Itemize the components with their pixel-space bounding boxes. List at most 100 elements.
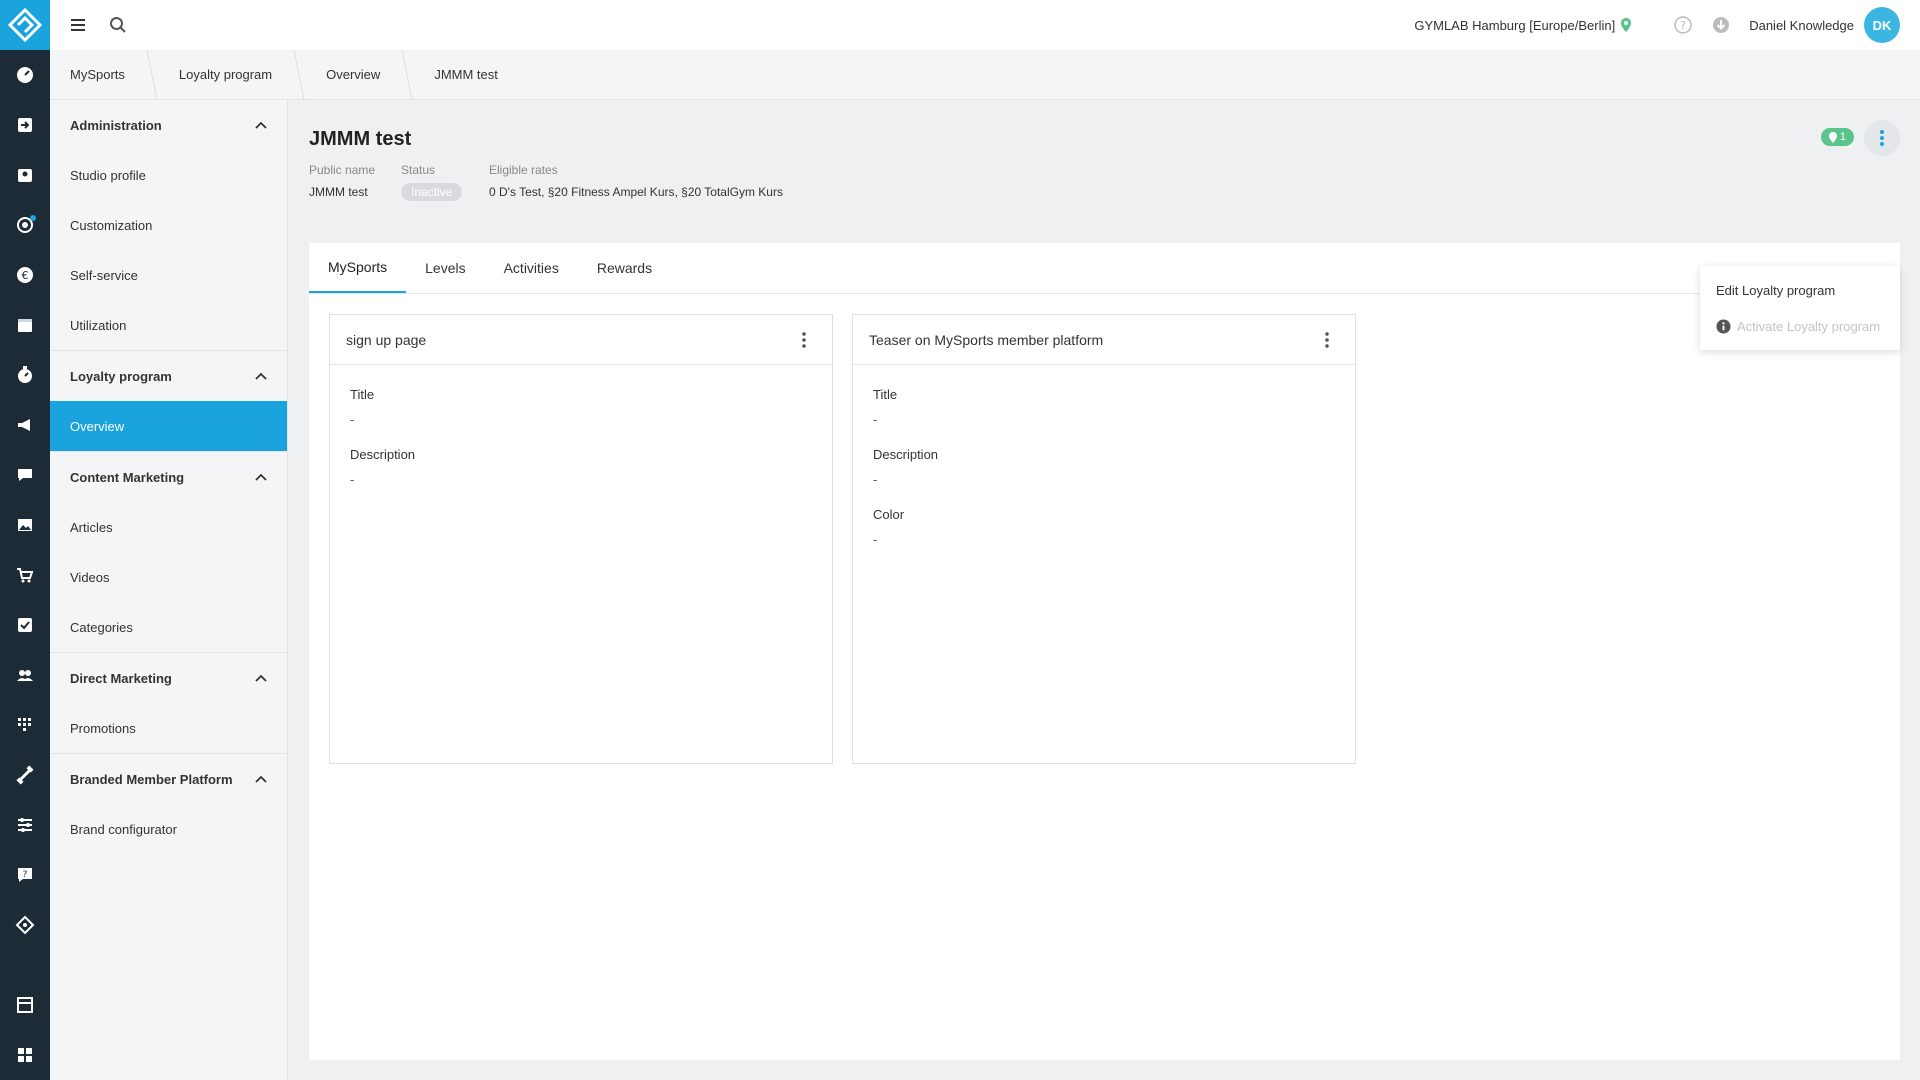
help-chat-icon[interactable]: ? (0, 850, 50, 900)
field-label-description: Description (350, 447, 416, 462)
search-button[interactable] (98, 0, 138, 50)
sidebar-item-studio-profile[interactable]: Studio profile (50, 150, 287, 200)
card-header: Teaser on MySports member platform (853, 315, 1355, 365)
sidebar-item-customization[interactable]: Customization (50, 200, 287, 250)
breadcrumb-item-current: JMMM test (434, 67, 498, 82)
user-name[interactable]: Daniel Knowledge (1749, 18, 1854, 33)
members-icon[interactable] (0, 650, 50, 700)
tab-rewards[interactable]: Rewards (578, 243, 671, 293)
breadcrumb-item-loyalty[interactable]: Loyalty program (159, 50, 292, 100)
tasks-icon[interactable] (0, 600, 50, 650)
card-menu-button[interactable] (792, 328, 816, 352)
card-body: Title - Description - (330, 365, 832, 529)
page-title: JMMM test (309, 128, 412, 150)
sliders-icon[interactable] (0, 800, 50, 850)
image-icon[interactable] (0, 500, 50, 550)
store-icon[interactable] (0, 980, 50, 1030)
section-label: Administration (70, 117, 162, 133)
chevron-up-icon (255, 121, 267, 129)
section-label: Branded Member Platform (70, 771, 233, 787)
top-bar: GYMLAB Hamburg [Europe/Berlin] ? Daniel … (50, 0, 1920, 50)
svg-text:?: ? (23, 870, 28, 880)
location-count: 1 (1839, 131, 1846, 143)
chat-icon[interactable] (0, 450, 50, 500)
sidebar-section-branded-member-platform[interactable]: Branded Member Platform (50, 754, 287, 804)
tab-mysports[interactable]: MySports (309, 243, 407, 293)
logo-icon (8, 8, 42, 42)
location-pin-icon (1621, 18, 1632, 32)
dashboard-icon[interactable] (0, 50, 50, 100)
sidebar-section-direct-marketing[interactable]: Direct Marketing (50, 653, 287, 703)
info-icon (1716, 318, 1731, 334)
breadcrumb-item-overview[interactable]: Overview (306, 50, 400, 100)
equipment-icon[interactable] (0, 750, 50, 800)
breadcrumb-item-mysports[interactable]: MySports (50, 50, 145, 100)
check-in-icon[interactable] (0, 100, 50, 150)
search-icon (110, 17, 126, 33)
integrations-icon[interactable] (0, 900, 50, 950)
help-button[interactable]: ? (1671, 13, 1695, 37)
field-label-title: Title (350, 387, 375, 402)
megaphone-icon[interactable] (0, 400, 50, 450)
analytics-icon[interactable] (0, 700, 50, 750)
app-rail: € ? (0, 0, 50, 1080)
card-title: Teaser on MySports member platform (869, 331, 1104, 348)
teaser-card: Teaser on MySports member platform Title… (852, 314, 1356, 764)
chevron-up-icon (255, 473, 267, 481)
card-body: Title - Description - Color - (853, 365, 1355, 589)
avatar[interactable]: DK (1864, 7, 1900, 43)
menu-button[interactable] (58, 0, 98, 50)
sidebar-section-loyalty[interactable]: Loyalty program (50, 351, 287, 401)
field-value-color: - (873, 532, 878, 547)
sidebar-item-self-service[interactable]: Self-service (50, 250, 287, 300)
chevron-up-icon (255, 674, 267, 682)
eligible-rates-field: Eligible rates 0 D's Test, §20 Fitness A… (489, 163, 783, 199)
sidebar-item-overview[interactable]: Overview (50, 401, 287, 451)
app-logo[interactable] (0, 0, 50, 50)
location-pin-icon (1828, 131, 1837, 143)
sidebar-item-articles[interactable]: Articles (50, 502, 287, 552)
page-header: JMMM test Public name JMMM test Status I… (309, 100, 1900, 243)
chevron-up-icon (255, 372, 267, 380)
cart-icon[interactable] (0, 550, 50, 600)
status-badge: Inactive (401, 183, 463, 201)
section-label: Loyalty program (70, 368, 172, 384)
field-value-description: - (873, 472, 878, 487)
timer-icon[interactable] (0, 350, 50, 400)
activate-loyalty-program-item: Activate Loyalty program (1700, 308, 1900, 344)
status-label: Status (401, 163, 436, 177)
sidebar-section-content-marketing[interactable]: Content Marketing (50, 452, 287, 502)
sidebar-section-administration[interactable]: Administration (50, 100, 287, 150)
sidebar-item-categories[interactable]: Categories (50, 602, 287, 652)
tab-levels[interactable]: Levels (406, 243, 484, 293)
signup-page-card: sign up page Title - Description - (329, 314, 833, 764)
contacts-icon[interactable] (0, 150, 50, 200)
kebab-icon (1325, 331, 1329, 348)
card-title: sign up page (346, 331, 427, 348)
svg-text:€: € (22, 269, 29, 282)
breadcrumb: MySports Loyalty program Overview JMMM t… (50, 49, 1920, 100)
status-field: Status Inactive (401, 163, 463, 201)
apps-icon[interactable] (0, 1030, 50, 1080)
field-value-title: - (873, 412, 878, 427)
settings-icon[interactable] (0, 200, 50, 250)
edit-loyalty-program-item[interactable]: Edit Loyalty program (1700, 272, 1900, 308)
kebab-icon (1880, 130, 1884, 146)
card-header: sign up page (330, 315, 832, 365)
field-label-color: Color (873, 507, 905, 522)
sidebar-item-promotions[interactable]: Promotions (50, 703, 287, 753)
calendar-icon[interactable] (0, 300, 50, 350)
studio-selector[interactable]: GYMLAB Hamburg [Europe/Berlin] (1414, 18, 1615, 33)
more-actions-button[interactable] (1864, 120, 1900, 156)
sidebar-item-utilization[interactable]: Utilization (50, 300, 287, 350)
card-menu-button[interactable] (1315, 328, 1339, 352)
tab-bar: MySports Levels Activities Rewards (309, 243, 1900, 294)
tab-activities[interactable]: Activities (485, 243, 578, 293)
svg-text:?: ? (1680, 19, 1686, 32)
field-label-title: Title (873, 387, 898, 402)
sidebar-item-videos[interactable]: Videos (50, 552, 287, 602)
sidebar-item-brand-configurator[interactable]: Brand configurator (50, 804, 287, 854)
finance-icon[interactable]: € (0, 250, 50, 300)
location-count-badge[interactable]: 1 (1820, 128, 1854, 146)
download-button[interactable] (1709, 13, 1733, 37)
